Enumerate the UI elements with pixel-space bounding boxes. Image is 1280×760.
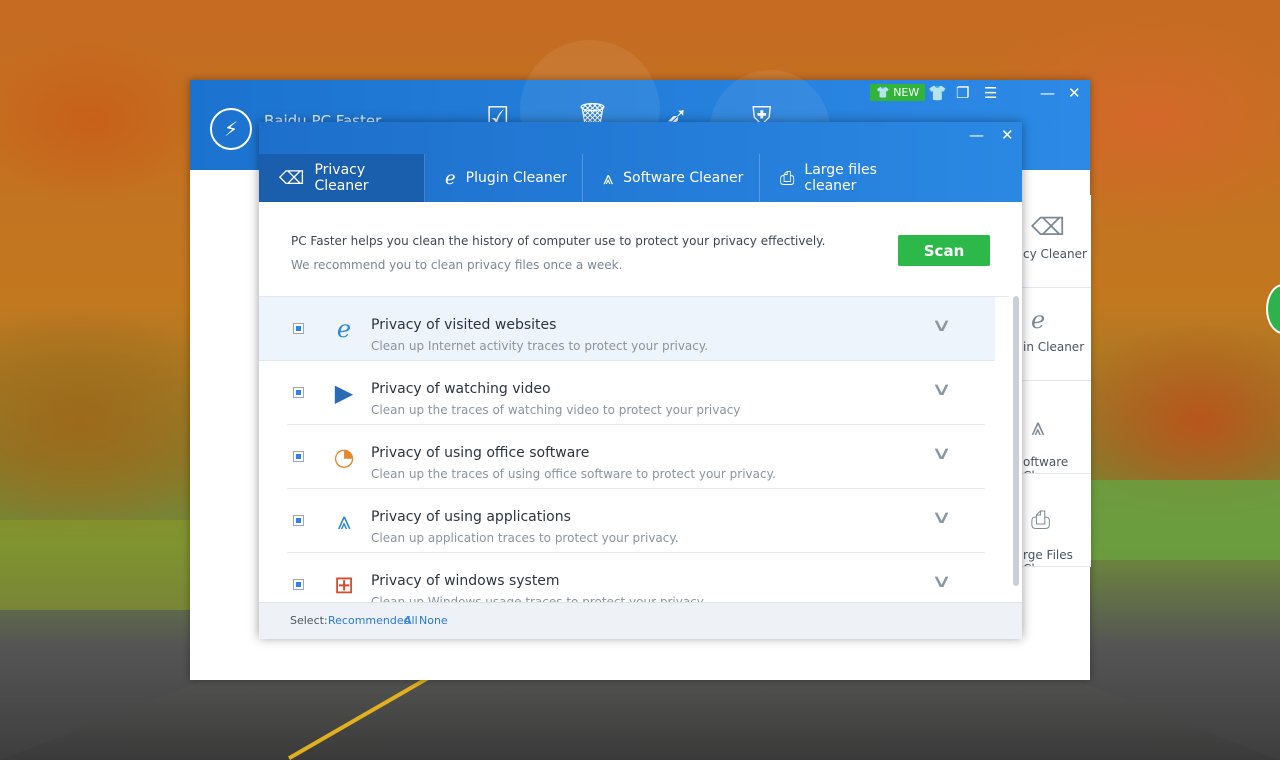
- ie-icon: ℯ: [336, 315, 352, 343]
- search-file-icon: ⎙: [780, 167, 795, 189]
- chevron-down-icon[interactable]: ∨: [931, 315, 952, 336]
- item-checkbox[interactable]: [293, 451, 304, 462]
- tab-label: Plugin Cleaner: [465, 170, 568, 186]
- appstore-icon: ⩓: [337, 507, 351, 535]
- chevron-down-icon[interactable]: ∨: [931, 507, 952, 528]
- item-checkbox[interactable]: [293, 323, 304, 334]
- item-title: Privacy of windows system: [371, 573, 560, 589]
- appstore-icon: ⩓: [1031, 413, 1045, 441]
- chevron-down-icon[interactable]: ∨: [931, 379, 952, 400]
- video-icon: ▶: [334, 379, 354, 407]
- list-scrollbar[interactable]: [1013, 296, 1019, 586]
- select-none-link[interactable]: None: [419, 614, 448, 627]
- list-item[interactable]: ⩓ Privacy of using applications Clean up…: [287, 489, 985, 553]
- side-item-plugin[interactable]: ℯ in Cleaner: [1021, 288, 1091, 381]
- item-checkbox[interactable]: [293, 387, 304, 398]
- tab-label: Privacy Cleaner: [314, 162, 369, 194]
- ie-icon: ℯ: [1031, 306, 1046, 334]
- tab-large-files-cleaner[interactable]: ⎙ Large files cleaner: [760, 154, 930, 202]
- close-button[interactable]: ✕: [1068, 84, 1081, 102]
- feedback-icon[interactable]: ❐: [956, 84, 969, 102]
- item-description: Clean up Internet activity traces to pro…: [371, 339, 709, 353]
- side-item-privacy[interactable]: ⌫ cy Cleaner: [1021, 195, 1091, 288]
- list-item[interactable]: ▶ Privacy of watching video Clean up the…: [287, 361, 985, 425]
- ie-icon: ℯ: [445, 167, 456, 189]
- windows-icon: ⊞: [333, 571, 355, 599]
- dialog-close-button[interactable]: ✕: [1001, 126, 1014, 144]
- side-item-label: cy Cleaner: [1023, 247, 1087, 261]
- selection-footer: Select: Recommended All None: [259, 602, 1022, 639]
- large-files-icon: ⎙: [1031, 506, 1051, 534]
- eraser-icon: ⌫: [1031, 213, 1065, 241]
- list-item[interactable]: ◔ Privacy of using office software Clean…: [287, 425, 985, 489]
- select-label: Select:: [290, 614, 328, 627]
- item-title: Privacy of using applications: [371, 509, 571, 525]
- background-grass-right: [1090, 480, 1280, 560]
- minimize-button[interactable]: —: [1040, 84, 1055, 102]
- side-item-label: oftware Cleaner: [1023, 455, 1069, 473]
- item-title: Privacy of visited websites: [371, 317, 557, 333]
- new-badge[interactable]: 👕 NEW: [870, 84, 926, 101]
- intro-text: PC Faster helps you clean the history of…: [291, 234, 826, 248]
- tab-bar: ⌫ Privacy Cleaner ℯ Plugin Cleaner ⩓ Sof…: [259, 154, 930, 202]
- select-recommended-link[interactable]: Recommended: [328, 614, 411, 627]
- tab-label: Large files cleaner: [804, 162, 877, 194]
- dialog-header: — ✕ ⌫ Privacy Cleaner ℯ Plugin Cleaner ⩓…: [259, 122, 1022, 202]
- side-item-large-files[interactable]: ⎙ rge Files Cleaner: [1021, 474, 1091, 567]
- tab-software-cleaner[interactable]: ⩓ Software Cleaner: [583, 154, 760, 202]
- select-all-link[interactable]: All: [404, 614, 418, 627]
- background-grass-left: [0, 520, 190, 610]
- menu-icon[interactable]: ☰: [984, 84, 997, 102]
- eraser-icon: ⌫: [279, 167, 305, 189]
- list-item[interactable]: ⊞ Privacy of windows system Clean up Win…: [287, 553, 985, 603]
- chevron-down-icon[interactable]: ∨: [931, 571, 952, 592]
- side-item-label: rge Files Cleaner: [1023, 548, 1073, 566]
- privacy-item-list: ℯ Privacy of visited websites Clean up I…: [259, 296, 1009, 603]
- side-item-software[interactable]: ⩓ oftware Cleaner: [1021, 381, 1091, 474]
- item-description: Clean up the traces of watching video to…: [371, 403, 741, 417]
- item-checkbox[interactable]: [293, 579, 304, 590]
- item-checkbox[interactable]: [293, 515, 304, 526]
- pie-chart-icon: ◔: [333, 443, 355, 471]
- privacy-cleaner-dialog: — ✕ ⌫ Privacy Cleaner ℯ Plugin Cleaner ⩓…: [259, 122, 1022, 639]
- list-item[interactable]: ℯ Privacy of visited websites Clean up I…: [259, 297, 995, 361]
- side-item-label: in Cleaner: [1023, 340, 1085, 354]
- new-badge-label: NEW: [893, 86, 920, 99]
- item-description: Clean up application traces to protect y…: [371, 531, 679, 545]
- tab-privacy-cleaner[interactable]: ⌫ Privacy Cleaner: [259, 154, 425, 202]
- dialog-minimize-button[interactable]: —: [969, 126, 984, 144]
- floating-widget[interactable]: [1266, 284, 1280, 334]
- shirt-icon: 👕: [876, 86, 890, 99]
- skin-icon[interactable]: 👕: [928, 84, 947, 102]
- appstore-icon: ⩓: [603, 167, 614, 189]
- side-panel: ⌫ cy Cleaner ℯ in Cleaner ⩓ oftware Clea…: [1020, 195, 1091, 567]
- item-title: Privacy of watching video: [371, 381, 551, 397]
- tab-plugin-cleaner[interactable]: ℯ Plugin Cleaner: [425, 154, 583, 202]
- chevron-down-icon[interactable]: ∨: [931, 443, 952, 464]
- recommendation-text: We recommend you to clean privacy files …: [291, 258, 623, 272]
- item-description: Clean up the traces of using office soft…: [371, 467, 776, 481]
- scan-button[interactable]: Scan: [898, 235, 990, 266]
- item-title: Privacy of using office software: [371, 445, 590, 461]
- app-logo-icon: ⚡: [210, 108, 252, 150]
- tab-label: Software Cleaner: [623, 170, 744, 186]
